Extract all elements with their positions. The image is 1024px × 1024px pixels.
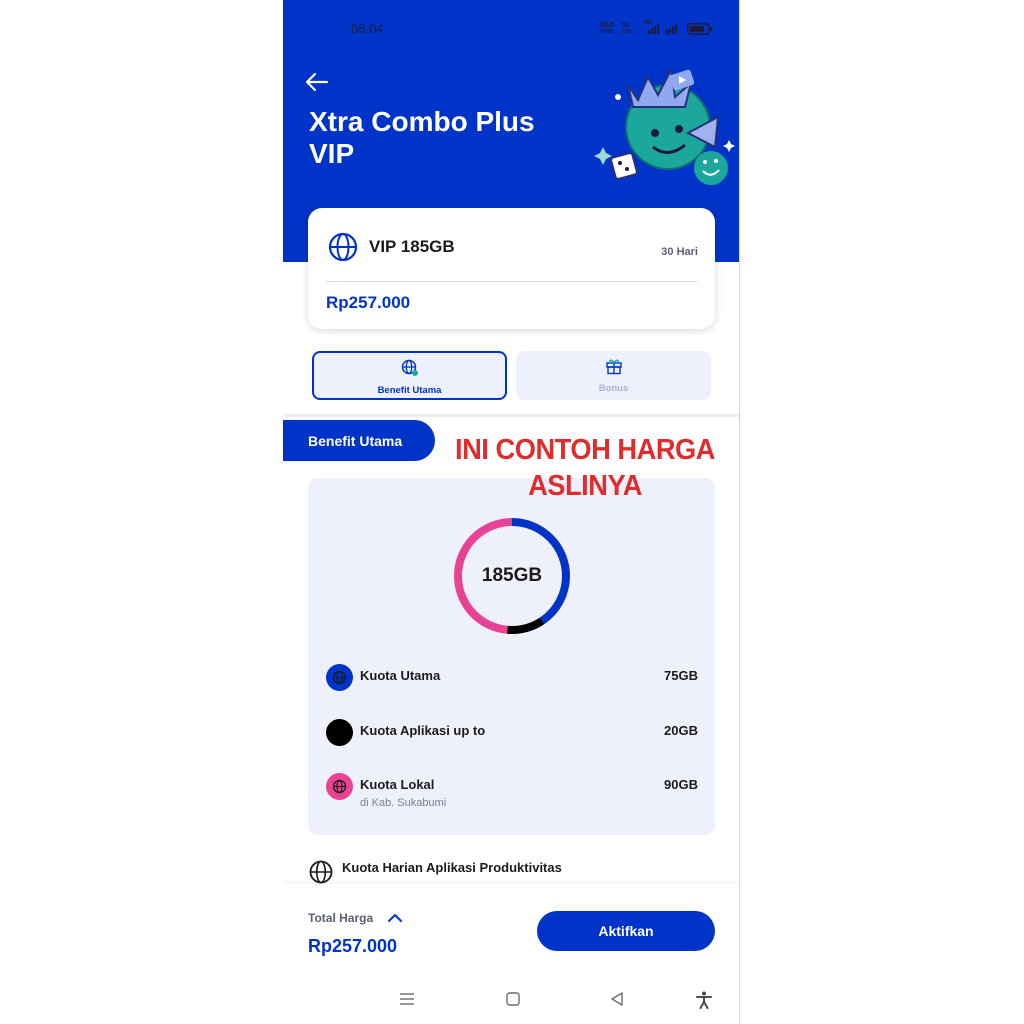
overlay-annotation: INI CONTOH HARGA ASLINYA	[446, 432, 724, 504]
battery-icon	[687, 23, 712, 35]
volte-indicator: Vo LTE	[622, 22, 631, 35]
signal-icon-2	[666, 24, 677, 34]
tab-benefit-utama[interactable]: Benefit Utama	[312, 351, 507, 400]
net-speed-value: 20,0	[600, 22, 614, 29]
tab-label: Bonus	[598, 383, 629, 394]
globe-icon	[332, 670, 347, 685]
quota-name: Kuota Utama	[360, 668, 441, 683]
extra-benefit-item[interactable]: Kuota Harian Aplikasi Produktivitas	[309, 860, 709, 884]
gift-icon	[605, 359, 622, 375]
activate-button[interactable]: Aktifkan	[537, 911, 715, 951]
quota-item-aplikasi: Kuota Aplikasi up to 20GB	[326, 719, 698, 759]
quota-value: 75GB	[664, 668, 698, 683]
overlay-line-2: ASLINYA	[528, 470, 642, 502]
checkout-bar: Total Harga Rp257.000 Aktifkan	[283, 884, 740, 1024]
volte-bottom: LTE	[622, 29, 632, 35]
package-price: Rp257.000	[326, 293, 411, 312]
package-name: VIP 185GB	[369, 237, 455, 256]
quota-color-dot	[326, 719, 353, 746]
phone-screen: 08.04 20,0 KB/S Vo LTE 4G Xtra Combo Plu…	[283, 0, 740, 1024]
volte-top: Vo	[622, 22, 631, 29]
accessibility-icon[interactable]	[696, 991, 712, 1009]
total-label: Total Harga	[308, 911, 374, 925]
quota-name: Kuota Aplikasi up to	[360, 723, 486, 738]
title-line-1: Xtra Combo Plus	[309, 106, 535, 137]
divider	[283, 414, 740, 417]
net-speed: 20,0 KB/S	[600, 22, 614, 35]
package-duration: 30 Hari	[661, 246, 698, 258]
extra-benefit-label: Kuota Harian Aplikasi Produktivitas	[342, 860, 562, 875]
page-title: Xtra Combo Plus VIP	[309, 106, 579, 170]
quota-sub: di Kab. Sukabumi	[360, 797, 447, 809]
globe-icon	[332, 779, 347, 794]
network-type: 4G	[644, 20, 653, 26]
overlay-line-1: INI CONTOH HARGA	[454, 434, 716, 466]
quota-item-lokal: Kuota Lokal di Kab. Sukabumi 90GB	[326, 773, 698, 813]
triangle-back-icon[interactable]	[609, 991, 625, 1007]
benefit-panel: 185GB Kuota Utama 75GB Kuota Aplikasi up…	[308, 478, 715, 835]
menu-icon[interactable]	[399, 991, 415, 1007]
chevron-up-icon[interactable]	[387, 912, 403, 924]
total-price: Rp257.000	[308, 936, 398, 956]
quota-name: Kuota Lokal	[360, 777, 435, 792]
tab-bonus[interactable]: Bonus	[516, 351, 711, 400]
quota-color-dot	[326, 773, 353, 800]
square-icon[interactable]	[505, 991, 521, 1007]
quota-color-dot	[326, 664, 353, 691]
quota-item-utama: Kuota Utama 75GB	[326, 664, 698, 704]
back-button[interactable]	[303, 70, 331, 94]
title-line-2: VIP	[309, 138, 355, 169]
quota-value: 20GB	[664, 723, 698, 738]
status-time: 08.04	[351, 21, 384, 36]
net-speed-unit: KB/S	[600, 29, 613, 35]
globe-icon	[309, 860, 333, 884]
mascot-illustration	[594, 66, 735, 185]
tab-label: Benefit Utama	[377, 385, 442, 396]
quota-total: 185GB	[481, 565, 543, 586]
arrow-left-icon	[305, 72, 329, 92]
divider	[326, 281, 697, 282]
quota-value: 90GB	[664, 777, 698, 792]
section-title: Benefit Utama	[283, 420, 435, 461]
globe-icon	[328, 232, 358, 262]
package-card[interactable]: VIP 185GB 30 Hari Rp257.000	[308, 208, 715, 329]
screen-edge	[739, 0, 740, 1024]
globe-icon	[401, 359, 418, 376]
